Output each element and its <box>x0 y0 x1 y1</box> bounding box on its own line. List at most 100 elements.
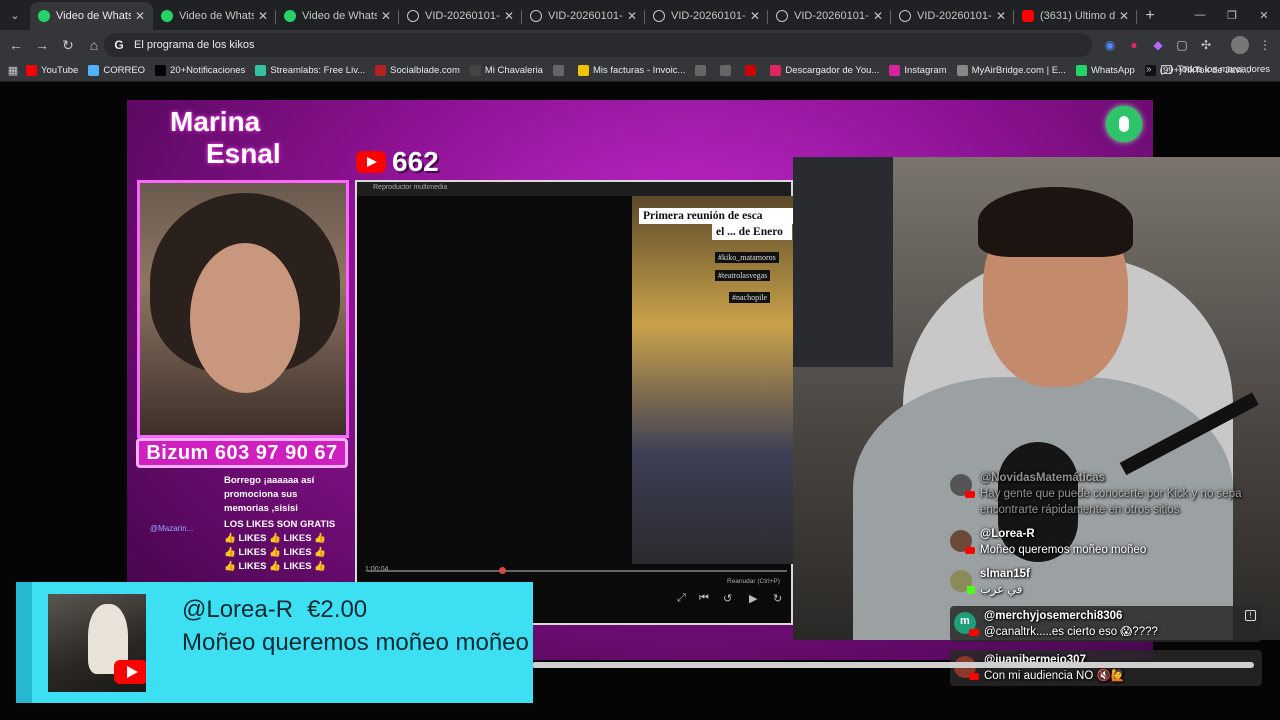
bookmark-item[interactable]: YouTube <box>26 65 78 76</box>
tab-close-icon[interactable]: ✕ <box>1119 9 1129 23</box>
chat-scrollbar[interactable] <box>532 662 1254 668</box>
chat-message[interactable]: m @merchyjosemerchi8306 @canaltrk.....es c… <box>950 606 1262 642</box>
globe-icon <box>653 10 665 22</box>
bookmark-item[interactable]: Socialblade.com <box>375 65 460 76</box>
tab-close-icon[interactable]: ✕ <box>258 9 268 23</box>
superchat-avatar <box>48 594 146 692</box>
youtube-icon <box>965 491 975 498</box>
bookmark-item[interactable]: 20+Notificaciones <box>155 65 245 76</box>
rewind-icon[interactable]: ↺ <box>723 592 732 605</box>
chat-username: @NovidasMatemáticas <box>980 472 1105 484</box>
tab-search-chevron-icon[interactable]: ⌄ <box>2 2 28 28</box>
tab-label: VID-20260101-WA00 <box>794 10 869 22</box>
likes-header: LOS LIKES SON GRATIS <box>224 519 336 530</box>
tab[interactable]: VID-20260101-WA00 ✕ <box>768 2 891 30</box>
previous-icon[interactable]: ⏮ <box>699 592 709 605</box>
bookmark-label: Streamlabs: Free Liv... <box>270 65 366 76</box>
forward-icon[interactable]: ↻ <box>773 592 782 605</box>
chat-avatar <box>950 570 975 594</box>
bookmark-favicon-icon <box>552 65 564 76</box>
bookmark-item[interactable]: Instagram <box>889 65 947 76</box>
tab-close-icon[interactable]: ✕ <box>504 9 514 23</box>
tab[interactable]: VID-20260101-WA00 ✕ <box>522 2 645 30</box>
back-icon[interactable]: ← <box>4 33 28 57</box>
player-seekbar[interactable] <box>367 567 787 574</box>
extensions-puzzle-icon[interactable]: ✣ <box>1197 36 1215 54</box>
tab-close-icon[interactable]: ✕ <box>627 9 637 23</box>
tab-label: Video de WhatsApp 2 <box>179 10 254 22</box>
tab[interactable]: VID-20260101-WA00 ✕ <box>645 2 768 30</box>
tab[interactable]: Video de WhatsApp 2 ✕ <box>153 2 276 30</box>
new-tab-button[interactable]: + <box>1137 2 1163 30</box>
bookmark-favicon-icon <box>1075 65 1087 76</box>
apps-grid-icon[interactable]: ▦ <box>0 64 26 77</box>
tab[interactable]: VID-20260101-WA00 ✕ <box>891 2 1014 30</box>
home-icon[interactable]: ⌂ <box>82 33 106 57</box>
extension-icon[interactable]: ▢ <box>1173 36 1191 54</box>
player-title: Reproductor multimedia <box>373 184 448 191</box>
chat-message[interactable]: slman15f في عرب <box>950 566 1262 598</box>
tab-close-icon[interactable]: ✕ <box>381 9 391 23</box>
menu-kebab-icon[interactable]: ⋮ <box>1256 36 1274 54</box>
bookmark-favicon-icon <box>956 65 968 76</box>
close-window-icon[interactable]: ✕ <box>1248 0 1280 30</box>
bookmark-favicon-icon <box>695 65 707 76</box>
report-icon[interactable]: ! <box>1245 610 1256 621</box>
chat-text: في عرب <box>980 584 1023 596</box>
bizum-banner: Bizum 603 97 90 67 <box>136 438 348 468</box>
chat-message[interactable]: @Lorea-R Moñeo queremos moñeo moñeo <box>950 526 1262 558</box>
ticker-handle: @Mazarin... <box>150 524 194 533</box>
bookmark-item[interactable]: CORREO <box>88 65 145 76</box>
bookmark-label: Mis facturas - Invoic... <box>592 65 686 76</box>
bookmark-item[interactable]: WhatsApp <box>1075 65 1135 76</box>
bookmark-item[interactable]: MyAirBridge.com | E... <box>956 65 1066 76</box>
bookmark-label: MyAirBridge.com | E... <box>971 65 1066 76</box>
all-bookmarks-folder[interactable]: Todos los marcadores <box>1161 64 1270 75</box>
extension-icon[interactable]: ◉ <box>1101 36 1119 54</box>
tab-close-icon[interactable]: ✕ <box>135 9 145 23</box>
chat-message[interactable]: @juanibermejo307 Con mi audiencia NO 🔇🙋 <box>950 650 1262 686</box>
profile-avatar[interactable] <box>1231 36 1249 54</box>
chat-body: @juanibermejo307 Con mi audiencia NO 🔇🙋 <box>984 652 1125 684</box>
tab[interactable]: (3631) Último directo ✕ <box>1014 2 1137 30</box>
chat-text: Moñeo queremos moñeo moñeo <box>980 544 1147 556</box>
tab-close-icon[interactable]: ✕ <box>750 9 760 23</box>
minimize-icon[interactable]: — <box>1184 0 1216 30</box>
extension-icon[interactable]: ● <box>1125 36 1143 54</box>
restore-icon[interactable]: ❐ <box>1216 0 1248 30</box>
seek-knob[interactable] <box>499 567 506 574</box>
video-hashtag: #teatrolasvegas <box>715 270 771 281</box>
tab[interactable]: VID-20260101-WA00 ✕ <box>399 2 522 30</box>
chat-body: @Lorea-R Moñeo queremos moñeo moñeo <box>980 526 1146 558</box>
more-bookmarks-icon[interactable]: » <box>1146 64 1152 75</box>
bookmark-item[interactable]: Mi Chavaleria <box>469 65 543 76</box>
bookmark-favicon-icon <box>577 65 589 76</box>
youtube-icon <box>965 547 975 554</box>
view-counter: 662 <box>356 146 439 178</box>
forward-icon[interactable]: → <box>30 33 54 57</box>
video-caption: Primera reunión de esca <box>639 208 794 224</box>
tab-close-icon[interactable]: ✕ <box>873 9 883 23</box>
bookmark-item[interactable]: Mis facturas - Invoic... <box>577 65 686 76</box>
tab[interactable]: Video de WhatsApp 2 ✕ <box>30 2 153 30</box>
tab-close-icon[interactable]: ✕ <box>996 9 1006 23</box>
bookmark-item[interactable] <box>745 65 760 76</box>
globe-icon <box>407 10 419 22</box>
ticker-text: Borrego ¡aaaaaa así promociona sus memor… <box>224 475 315 514</box>
bookmark-item[interactable]: Streamlabs: Free Liv... <box>255 65 365 76</box>
reload-icon[interactable]: ↻ <box>56 33 80 57</box>
fullscreen-icon[interactable]: ⤢ <box>677 592 686 605</box>
guest-webcam <box>137 180 349 438</box>
bookmark-item[interactable] <box>552 65 568 76</box>
chat-username: @Lorea-R <box>980 528 1035 540</box>
bookmark-item[interactable] <box>720 65 735 76</box>
chat-message[interactable]: @NovidasMatemáticas Hay gente que puede c… <box>950 470 1262 518</box>
video-hashtag: #kiko_matamoros <box>715 252 779 263</box>
address-bar[interactable]: G El programa de los kikos <box>104 33 1092 57</box>
bookmark-item[interactable]: Descargador de You... <box>770 65 879 76</box>
play-icon[interactable]: ▶ <box>749 592 757 605</box>
view-count: 662 <box>392 146 439 177</box>
bookmark-item[interactable] <box>695 65 710 76</box>
tab[interactable]: Video de WhatsApp 2 ✕ <box>276 2 399 30</box>
extension-icon[interactable]: ◆ <box>1149 36 1167 54</box>
